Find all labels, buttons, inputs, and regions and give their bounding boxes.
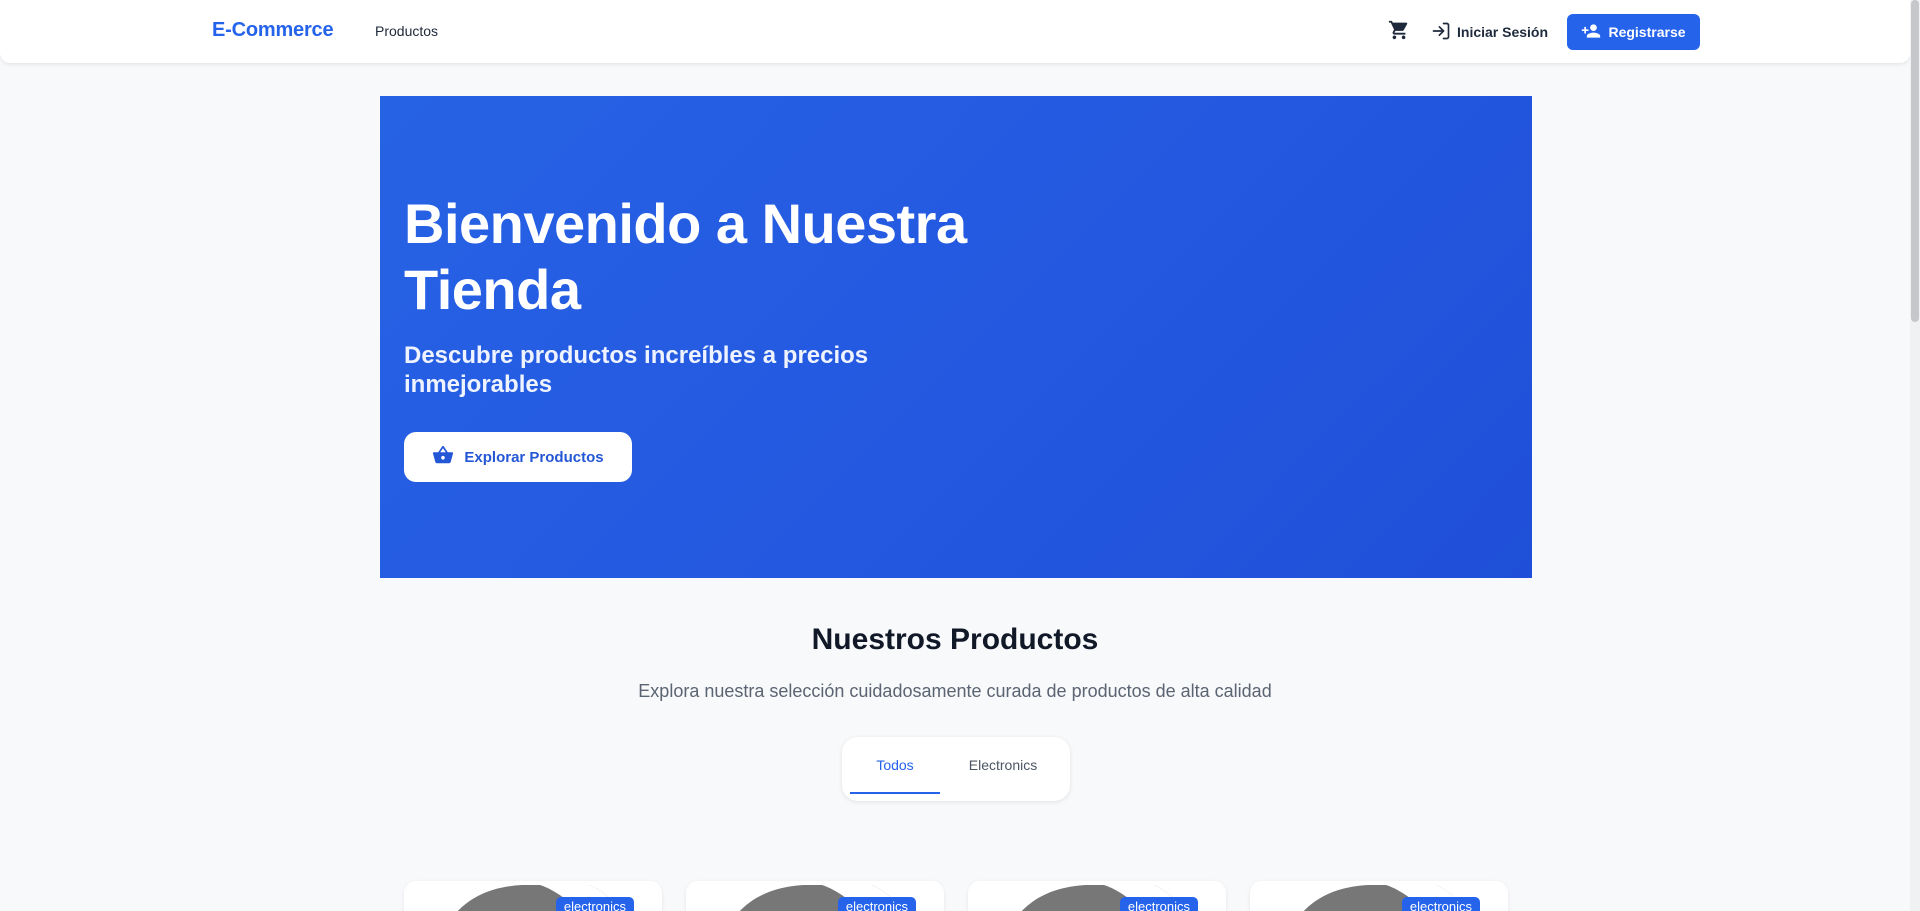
product-card[interactable]: electronics [1250,881,1508,911]
person-add-icon [1581,21,1601,44]
login-icon [1431,21,1451,44]
register-button[interactable]: Registrarse [1567,14,1700,50]
explore-products-label: Explorar Productos [464,448,604,466]
category-badge: electronics [1119,897,1198,911]
login-button[interactable]: Iniciar Sesión [1431,20,1548,44]
category-badge: electronics [837,897,916,911]
category-badge: electronics [1401,897,1480,911]
hero-subtitle: Descubre productos increíbles a precios … [404,342,869,398]
register-label: Registrarse [1608,24,1686,40]
category-tabs: Todos Electronics [842,737,1070,801]
brand-logo[interactable]: E-Commerce [212,19,334,42]
section-description: Explora nuestra selección cuidadosamente… [638,681,1272,701]
product-card[interactable]: electronics [686,881,944,911]
page-scrollbar[interactable] [1910,0,1920,911]
login-label: Iniciar Sesión [1457,24,1549,40]
explore-products-button[interactable]: Explorar Productos [404,432,632,482]
top-navbar: E-Commerce Productos Iniciar Sesión Regi… [0,0,1910,63]
tab-todos[interactable]: Todos [850,737,940,794]
section-title: Nuestros Productos [811,623,1099,656]
cart-button[interactable] [1386,20,1412,44]
product-card[interactable]: electronics [404,881,662,911]
shopping-cart-icon [1388,19,1410,46]
hero-banner: Bienvenido a Nuestra Tienda Descubre pro… [380,96,1532,578]
tab-electronics[interactable]: Electronics [950,737,1056,793]
page: E-Commerce Productos Iniciar Sesión Regi… [0,0,1920,911]
scrollbar-thumb[interactable] [1911,0,1919,322]
nav-link-products[interactable]: Productos [375,23,438,39]
product-card[interactable]: electronics [968,881,1226,911]
category-badge: electronics [555,897,634,911]
hero-title: Bienvenido a Nuestra Tienda [404,192,967,321]
shopping-basket-icon [432,444,454,470]
